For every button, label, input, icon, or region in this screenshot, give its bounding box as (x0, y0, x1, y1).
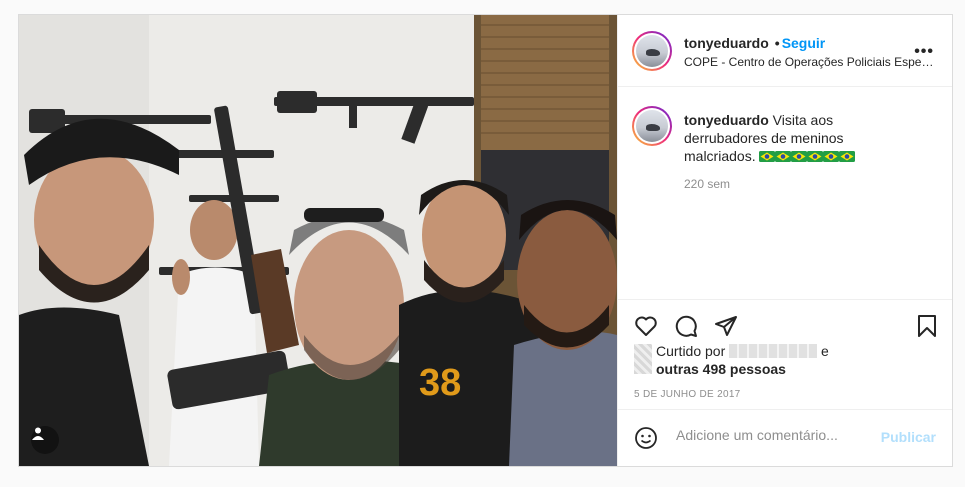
brazil-flags (759, 148, 856, 164)
brazil-flag-icon (775, 151, 792, 162)
brazil-flag-icon (807, 151, 824, 162)
brazil-flag-icon (839, 151, 856, 162)
publish-button[interactable]: Publicar (881, 429, 936, 445)
post-actions: Curtido por e outras 498 pessoas 5 DE JU… (618, 300, 952, 420)
add-comment-bar: Publicar (618, 409, 952, 466)
redacted-liker-name (729, 344, 818, 358)
more-horizontal-icon[interactable]: ••• (914, 43, 934, 61)
smiley-icon[interactable] (634, 426, 658, 450)
brazil-flag-icon (823, 151, 840, 162)
svg-text:38: 38 (419, 362, 461, 404)
header-username[interactable]: tonyeduardo (684, 35, 769, 51)
location-link[interactable]: COPE - Centro de Operações Policiais Esp… (684, 55, 934, 69)
header-avatar[interactable] (632, 31, 672, 71)
caption: tonyeduardo Visita aos derrubadores de m… (684, 111, 914, 165)
likes-text: Curtido por e outras 498 pessoas (656, 342, 896, 378)
liker-avatar-redacted (634, 344, 652, 374)
comment-input[interactable] (674, 426, 878, 444)
comments-section: tonyeduardo Visita aos derrubadores de m… (618, 87, 952, 300)
speech-bubble-icon[interactable] (674, 314, 698, 338)
avatar-image (636, 110, 668, 142)
caption-username[interactable]: tonyeduardo (684, 112, 769, 128)
liked-prefix: Curtido por (656, 343, 726, 359)
post-header: tonyeduardo • Seguir COPE - Centro de Oper… (618, 15, 952, 87)
avatar-image (636, 35, 668, 67)
photo-illustration: 38 (19, 15, 617, 466)
follow-button[interactable]: Seguir (782, 35, 826, 51)
bookmark-icon[interactable] (916, 314, 938, 338)
post-photo[interactable]: 38 (19, 15, 617, 466)
post-date[interactable]: 5 DE JUNHO DE 2017 (634, 389, 741, 400)
liked-suffix: e (821, 343, 829, 359)
caption-timestamp[interactable]: 220 sem (684, 177, 730, 191)
brazil-flag-icon (759, 151, 776, 162)
paper-plane-icon[interactable] (714, 314, 738, 338)
user-tag-icon[interactable] (31, 426, 59, 454)
post-side-panel: tonyeduardo • Seguir COPE - Centro de Oper… (617, 15, 952, 466)
brazil-flag-icon (791, 151, 808, 162)
separator-dot: • (774, 35, 780, 51)
likes-count-link[interactable]: outras 498 pessoas (656, 361, 786, 377)
caption-avatar[interactable] (632, 106, 672, 146)
heart-icon[interactable] (634, 314, 658, 338)
instagram-post-card: 38 tonyeduardo • Seguir COPE - Centro de… (18, 14, 953, 467)
header-user-row: tonyeduardo • Seguir (684, 35, 825, 51)
